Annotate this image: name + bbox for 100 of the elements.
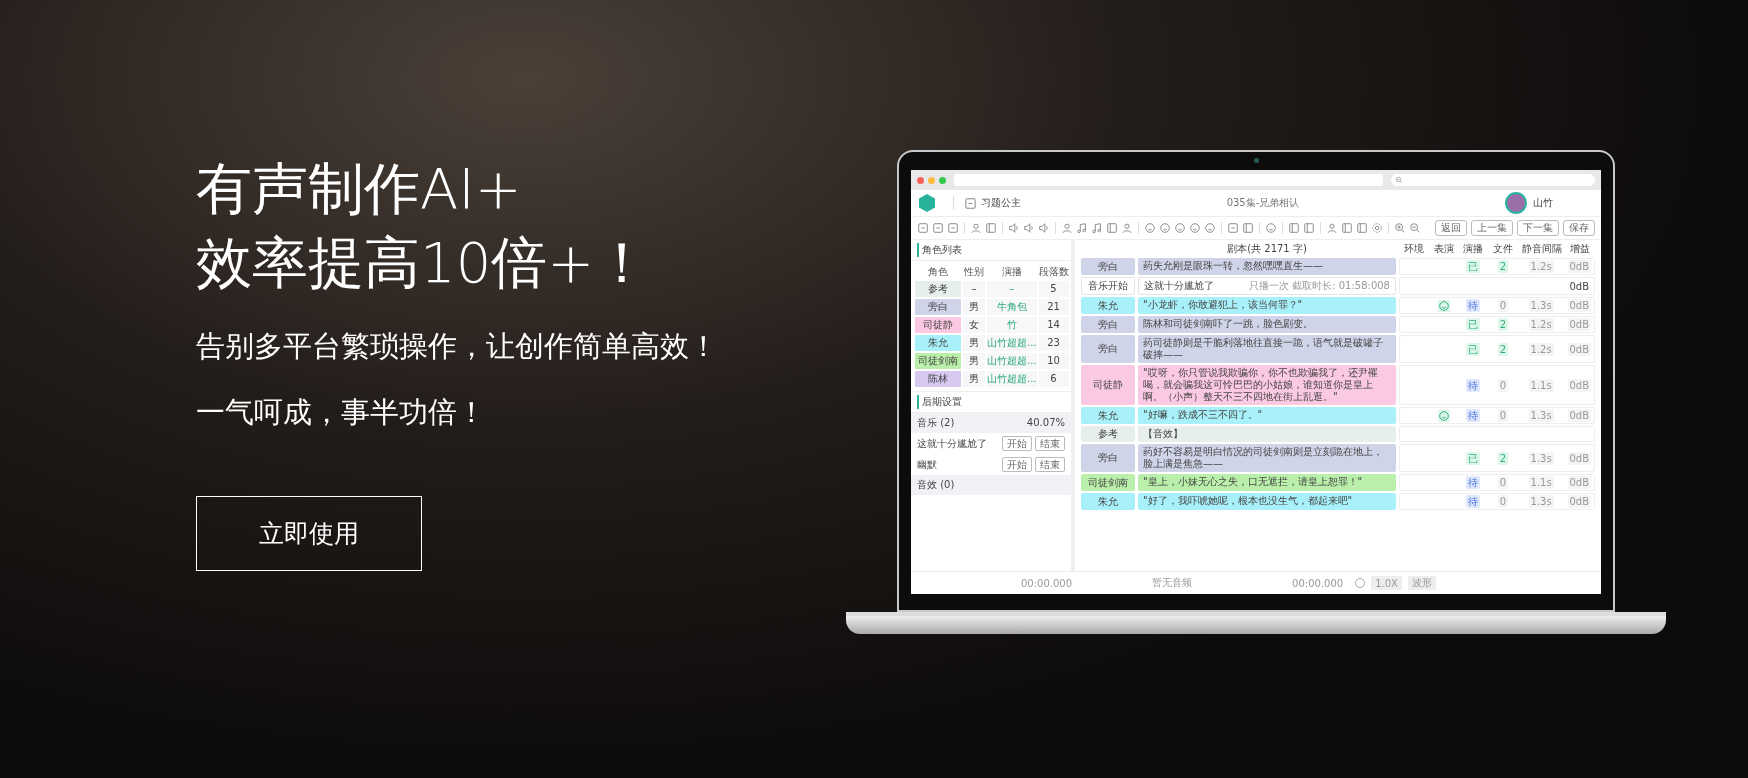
role-tag[interactable]: 司徒静 <box>1081 365 1135 405</box>
file-count: 0 <box>1497 476 1509 489</box>
square-icon[interactable] <box>947 222 959 234</box>
section-title: 音乐 (2) <box>917 416 955 430</box>
silence-value: 1.3s <box>1528 299 1554 312</box>
speaker-icon[interactable] <box>1008 222 1020 234</box>
zoom-in-icon[interactable] <box>1394 222 1406 234</box>
column-header: 演播 <box>1000 265 1023 279</box>
panel-icon[interactable] <box>1356 222 1368 234</box>
nav-button[interactable]: 保存 <box>1563 220 1595 236</box>
table-cell: 山竹超超... <box>987 371 1037 387</box>
table-cell: 6 <box>1038 371 1069 387</box>
table-cell: 牛角包 <box>987 299 1037 315</box>
panel-title: 角色列表 <box>917 243 962 257</box>
user-name: 山竹 <box>1533 196 1553 210</box>
role-tag[interactable]: 司徒剑南 <box>1081 474 1135 491</box>
square-icon[interactable] <box>917 222 929 234</box>
column-header: 文件 <box>1491 242 1514 256</box>
camera-icon <box>1254 158 1259 163</box>
file-count: 0 <box>1497 495 1509 508</box>
document-icon <box>964 196 977 210</box>
person-icon[interactable] <box>1061 222 1073 234</box>
panel-title: 后期设置 <box>917 395 962 409</box>
panel-icon[interactable] <box>1303 222 1315 234</box>
script-title: 剧本(共 2171 字) <box>1226 242 1308 256</box>
role-tag[interactable]: 参考 <box>915 281 961 297</box>
role-tag[interactable]: 旁白 <box>1081 316 1135 333</box>
status-tag: 已 <box>1466 451 1481 465</box>
tagline: 告别多平台繁琐操作，让创作简单高效！ <box>196 328 719 365</box>
speaker-icon[interactable] <box>1023 222 1035 234</box>
role-tag[interactable]: 朱允 <box>1081 407 1135 424</box>
role-tag[interactable]: 朱允 <box>915 335 961 351</box>
square-icon[interactable] <box>932 222 944 234</box>
role-tag[interactable]: 司徒剑南 <box>915 353 961 369</box>
person-icon[interactable] <box>970 222 982 234</box>
role-tag[interactable]: 朱允 <box>1081 493 1135 510</box>
smiley-icon[interactable] <box>1159 222 1171 234</box>
panel-icon[interactable] <box>1288 222 1300 234</box>
smiley-icon[interactable] <box>1265 222 1277 234</box>
file-count: 0 <box>1497 409 1509 422</box>
status-tag: 待 <box>1466 409 1481 422</box>
nav-button[interactable]: 下一集 <box>1517 220 1559 236</box>
file-count: 2 <box>1497 318 1509 331</box>
panel-icon[interactable] <box>985 222 997 234</box>
speaker-icon[interactable] <box>1038 222 1050 234</box>
panel-icon[interactable] <box>1106 222 1118 234</box>
role-tag[interactable]: 朱允 <box>1081 297 1135 314</box>
role-tag[interactable]: 旁白 <box>1081 335 1135 363</box>
role-tag[interactable]: 音乐开始 <box>1081 277 1135 295</box>
smiley-icon[interactable] <box>1174 222 1186 234</box>
smiley-icon[interactable] <box>1189 222 1201 234</box>
search-field[interactable] <box>1391 174 1595 186</box>
smiley-icon[interactable] <box>1204 222 1216 234</box>
status-tag: 待 <box>1466 378 1481 392</box>
music-name: 这就十分尴尬了 <box>1144 280 1214 292</box>
headline: 效率提高10倍+！ <box>196 229 652 297</box>
gain-value: 0dB <box>1568 279 1591 293</box>
table-cell: 男 <box>963 371 985 387</box>
table-cell: – <box>963 281 985 297</box>
silence-value: 1.2s <box>1528 342 1554 356</box>
role-tag[interactable]: 旁白 <box>1081 258 1135 275</box>
start-button[interactable]: 立即使用 <box>196 496 422 571</box>
status-tag: 待 <box>1466 476 1481 489</box>
role-tag[interactable]: 司徒静 <box>915 317 961 333</box>
gain-value: 0dB <box>1567 318 1592 331</box>
file-count: 0 <box>1497 299 1509 312</box>
tagline: 一气呵成，事半功倍！ <box>196 394 487 431</box>
table-cell: 山竹超超... <box>987 335 1037 351</box>
gain-value: 0dB <box>1567 451 1592 465</box>
role-tag[interactable]: 陈林 <box>915 371 961 387</box>
person-icon[interactable] <box>1326 222 1338 234</box>
music-note-icon[interactable] <box>1091 222 1103 234</box>
smiley-icon[interactable] <box>1438 409 1451 422</box>
silence-value: 1.1s <box>1528 476 1554 489</box>
role-tag[interactable]: 旁白 <box>1081 444 1135 472</box>
search-icon <box>1395 176 1403 184</box>
role-tag[interactable]: 参考 <box>1081 426 1135 442</box>
smiley-icon[interactable] <box>1438 299 1451 312</box>
end-button[interactable]: 结束 <box>1035 457 1065 472</box>
role-tag[interactable]: 旁白 <box>915 299 961 315</box>
panel-icon[interactable] <box>1242 222 1254 234</box>
music-name: 这就十分尴尬了 <box>917 436 988 451</box>
start-button[interactable]: 开始 <box>1002 457 1032 472</box>
person-icon[interactable] <box>1121 222 1133 234</box>
music-note-icon[interactable] <box>1076 222 1088 234</box>
nav-button[interactable]: 返回 <box>1435 220 1467 236</box>
gain-value: 0dB <box>1567 409 1592 422</box>
end-button[interactable]: 结束 <box>1035 436 1065 451</box>
nav-button[interactable]: 上一集 <box>1471 220 1513 236</box>
time-label: 00:00.000 <box>1021 577 1073 589</box>
zoom-out-icon[interactable] <box>1409 222 1421 234</box>
gain-value: 0dB <box>1567 299 1592 312</box>
smiley-icon[interactable] <box>1144 222 1156 234</box>
episode-title: 035集-兄弟相认 <box>1225 196 1301 210</box>
start-button[interactable]: 开始 <box>1002 436 1032 451</box>
file-count: 0 <box>1497 378 1509 392</box>
square-icon[interactable] <box>1227 222 1239 234</box>
column-header: 表演 <box>1432 242 1455 256</box>
panel-icon[interactable] <box>1341 222 1353 234</box>
gear-icon[interactable] <box>1371 222 1383 234</box>
